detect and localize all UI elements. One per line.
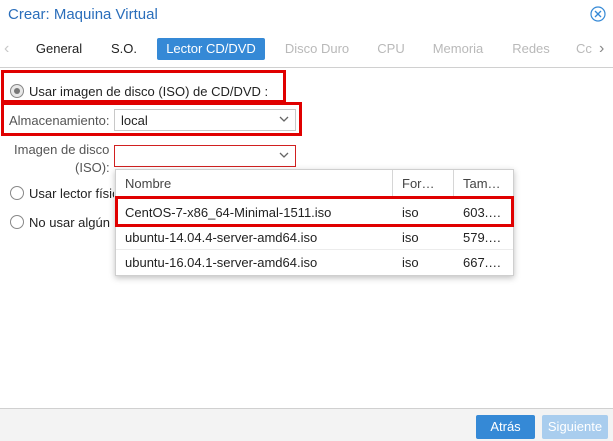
tab-os[interactable]: S.O. [104,38,144,60]
iso-size: 603.… [463,205,502,220]
window-title: Crear: Maquina Virtual [8,6,158,23]
tab-memory[interactable]: Memoria [426,38,490,60]
tab-cpu[interactable]: CPU [370,38,412,60]
iso-label-line2: (ISO): [75,160,110,175]
iso-select[interactable] [114,145,296,167]
radio-physical-drive[interactable] [10,186,24,200]
storage-value: local [121,113,148,128]
dialog-footer: Atrás Siguiente [0,408,613,441]
iso-name: ubuntu-14.04.4-server-amd64.iso [125,230,318,245]
iso-size: 667.… [463,255,502,270]
window-titlebar: Crear: Maquina Virtual [0,0,613,30]
iso-dropdown-header: Nombre For… Tam… [116,170,513,198]
option-none-label: No usar algún [29,215,110,230]
storage-label: Almacenamiento: [9,113,110,128]
column-size[interactable]: Tam… [454,170,513,198]
iso-label-line1: Imagen de disco [14,142,110,157]
iso-format: iso [402,255,419,270]
option-physical-label: Usar lector físic [29,186,114,201]
close-icon[interactable] [590,6,606,22]
tab-hard-disk[interactable]: Disco Duro [278,38,356,60]
option-iso-label: Usar imagen de disco (ISO) de CD/DVD : [29,84,269,99]
chevron-down-icon [279,116,289,122]
next-button[interactable]: Siguiente [542,415,608,439]
chevron-down-icon [279,152,289,158]
tab-network[interactable]: Redes [504,38,558,60]
tab-cd-dvd[interactable]: Lector CD/DVD [157,38,265,60]
iso-name: CentOS-7-x86_64-Minimal-1511.iso [125,205,332,220]
radio-use-iso[interactable] [10,84,24,98]
tab-confirm[interactable]: Cc [572,38,596,60]
column-name[interactable]: Nombre [116,170,393,198]
iso-dropdown: Nombre For… Tam… CentOS-7-x86_64-Minimal… [115,169,514,276]
radio-no-media[interactable] [10,215,24,229]
column-format[interactable]: For… [393,170,454,198]
iso-format: iso [402,205,419,220]
list-item[interactable]: ubuntu-14.04.4-server-amd64.iso iso 579.… [116,225,513,250]
iso-size: 579.… [463,230,502,245]
tab-bar: ‹ General S.O. Lector CD/DVD Disco Duro … [0,32,613,68]
tab-scroll-right-icon[interactable]: › [599,41,609,57]
tab-scroll-left-icon[interactable]: ‹ [4,41,14,57]
storage-select[interactable]: local [114,109,296,131]
list-item[interactable]: CentOS-7-x86_64-Minimal-1511.iso iso 603… [116,200,513,225]
iso-format: iso [402,230,419,245]
list-item[interactable]: ubuntu-16.04.1-server-amd64.iso iso 667.… [116,250,513,275]
tab-general[interactable]: General [28,38,90,60]
back-button[interactable]: Atrás [476,415,535,439]
iso-name: ubuntu-16.04.1-server-amd64.iso [125,255,318,270]
